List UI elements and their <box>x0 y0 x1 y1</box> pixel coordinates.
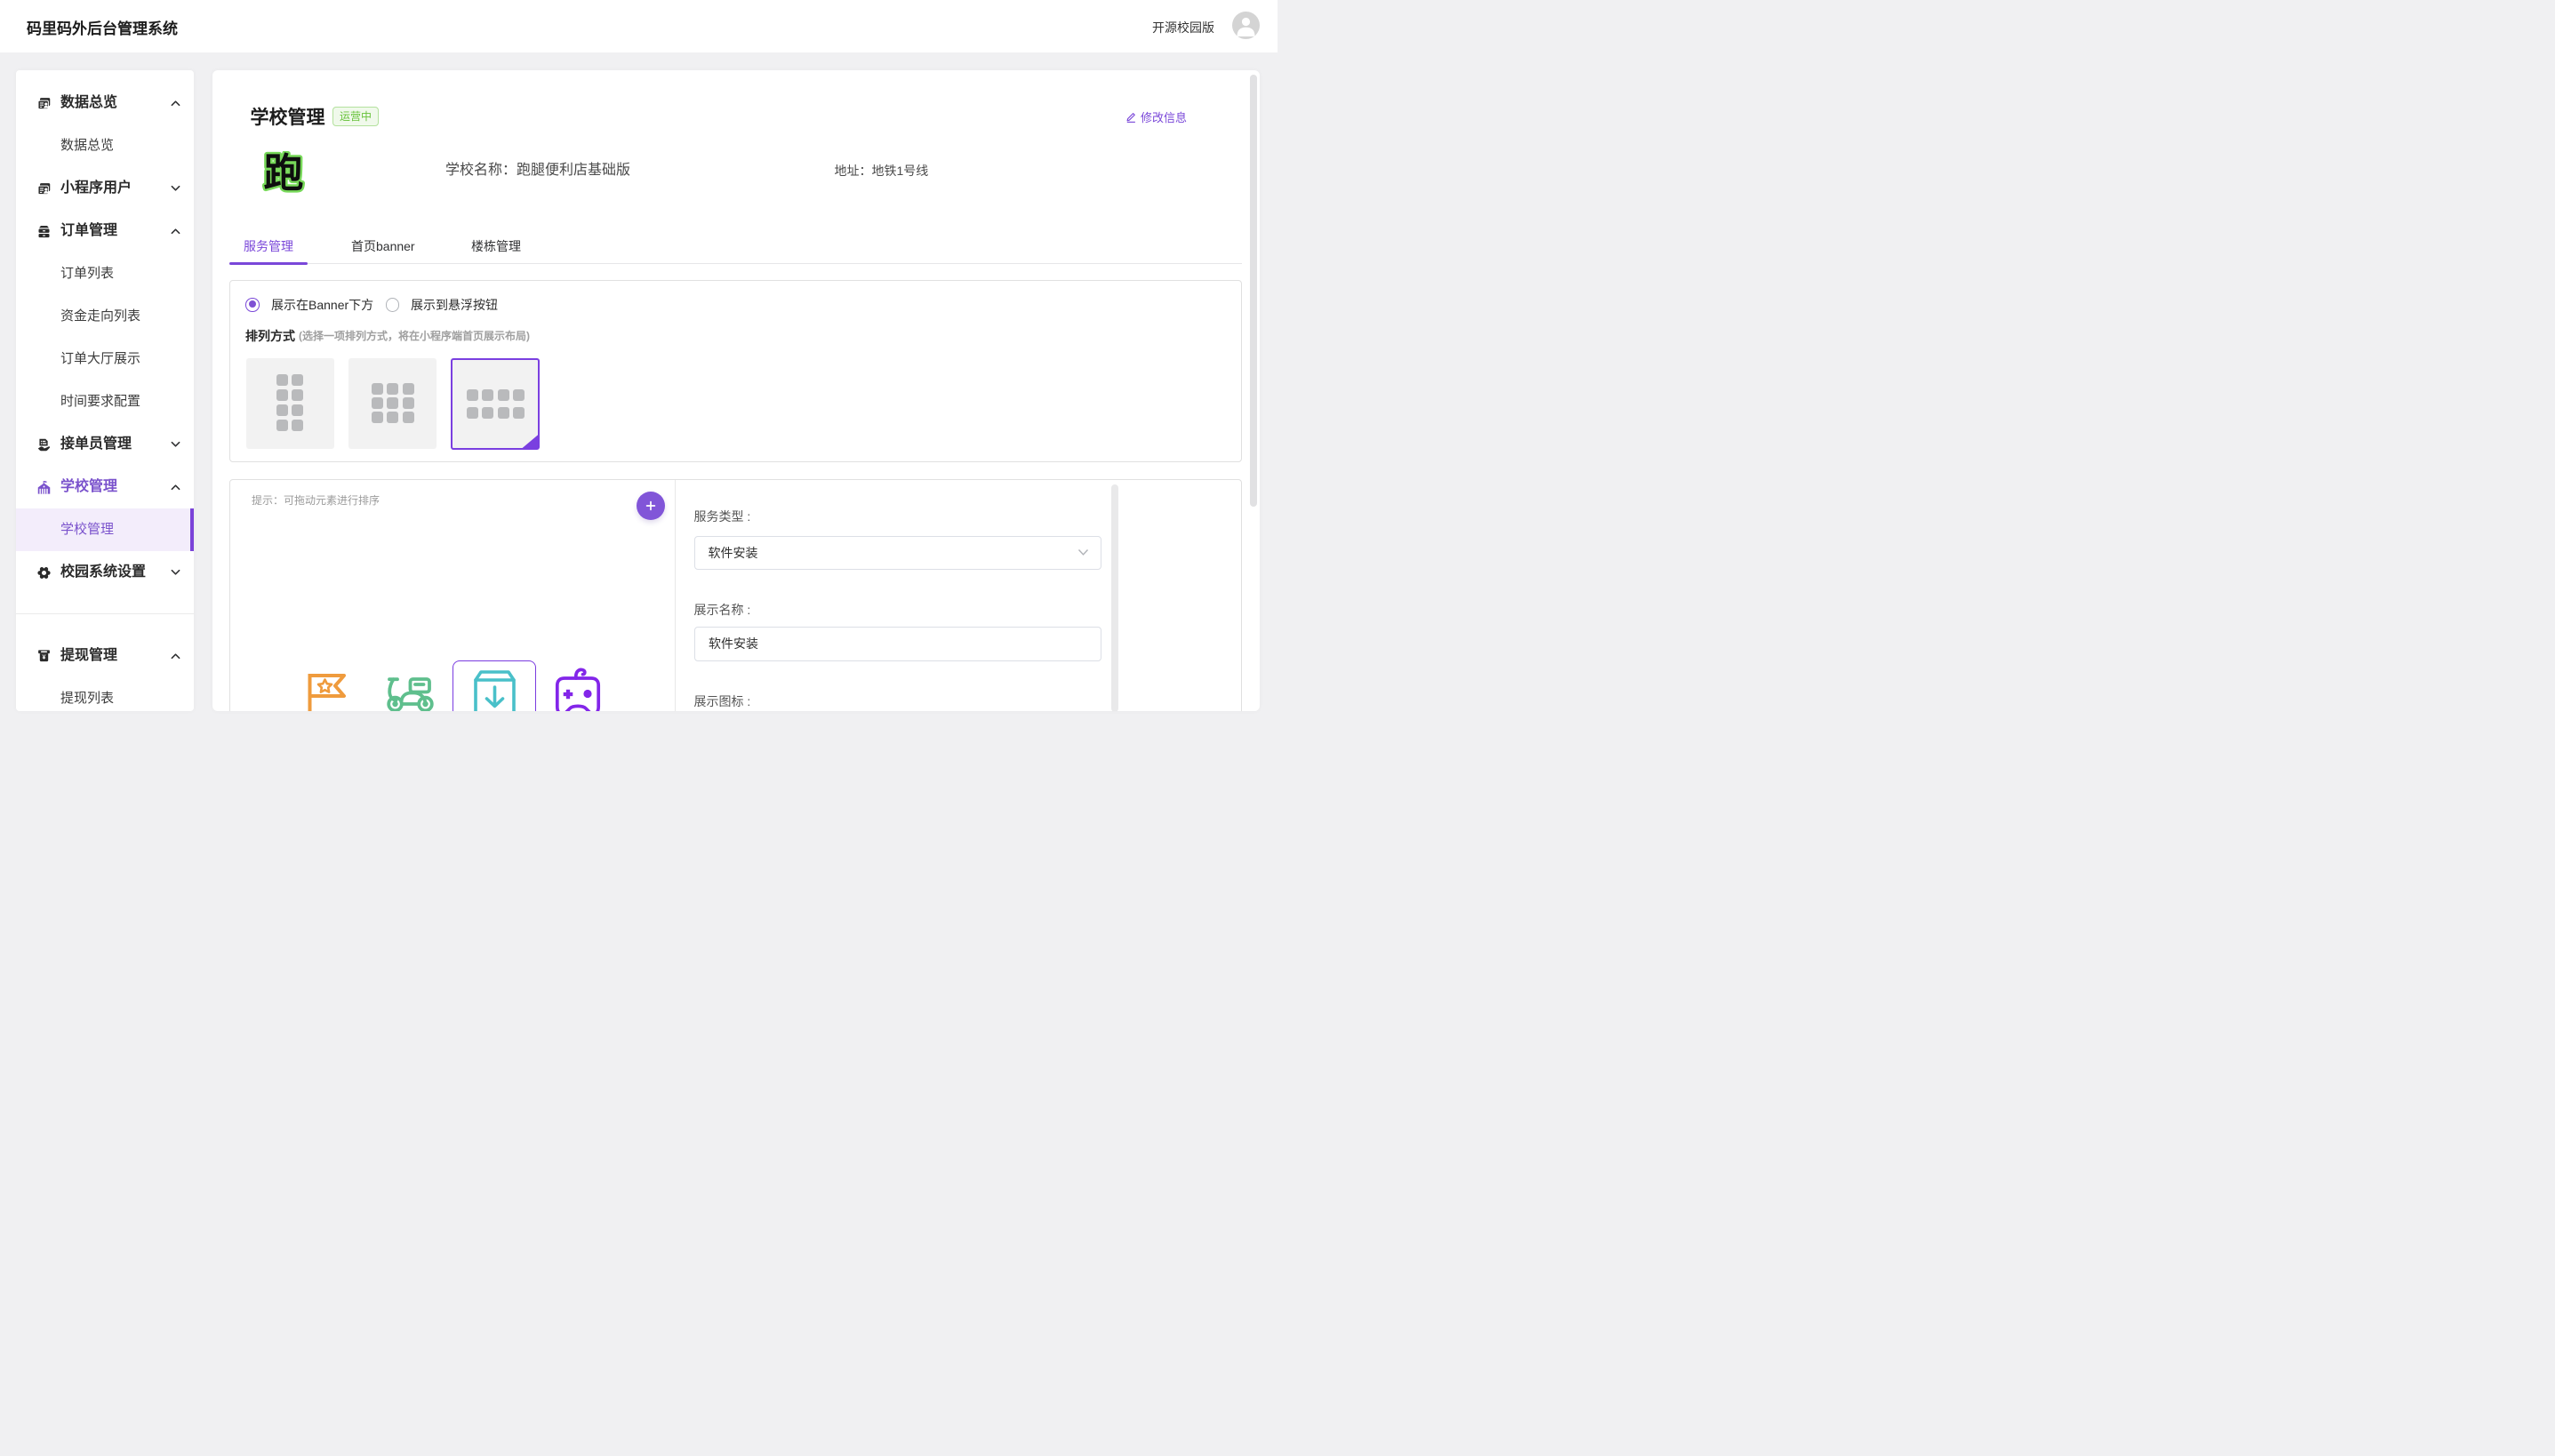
svg-text:¥: ¥ <box>43 655 46 661</box>
svg-text:跑: 跑 <box>263 151 303 195</box>
